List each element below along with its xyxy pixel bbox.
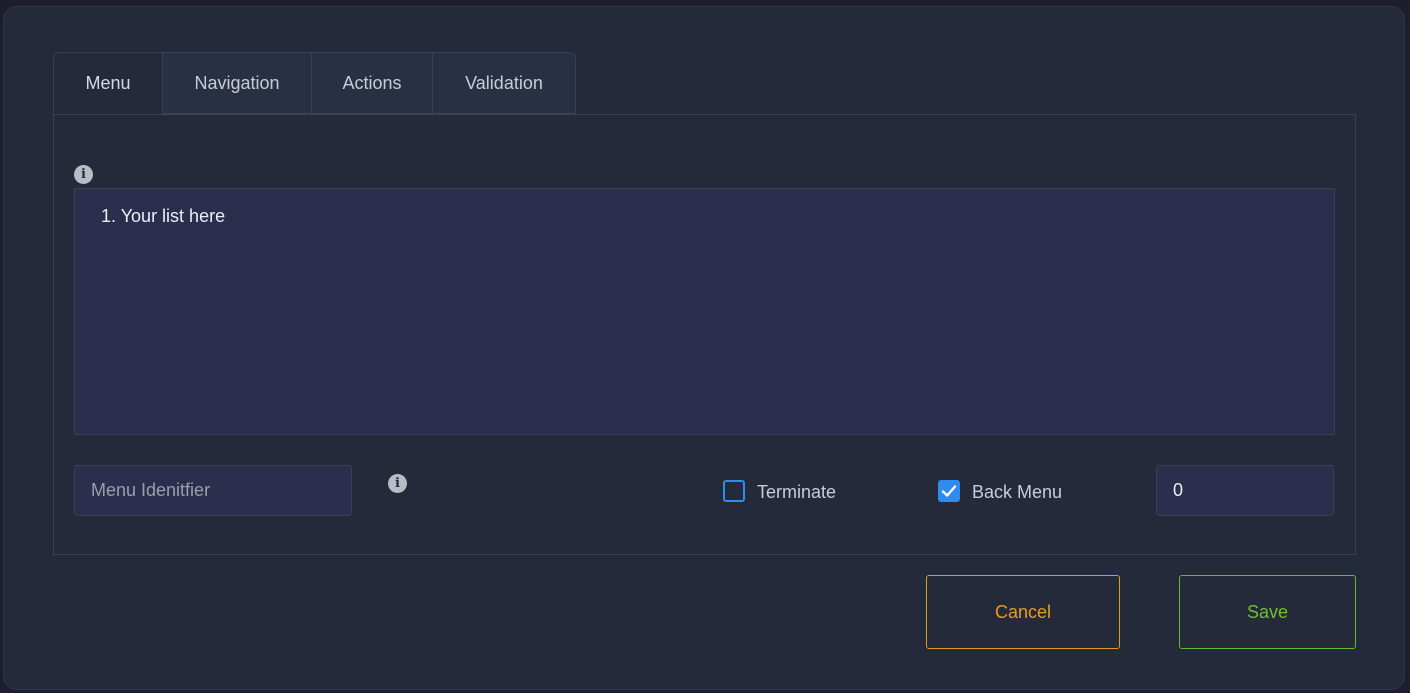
terminate-label: Terminate — [757, 482, 837, 502]
back-menu-label: Back Menu — [972, 482, 1063, 502]
edit-menu-dialog: Menu Navigation Actions Validation i 1. … — [3, 6, 1405, 690]
info-icon[interactable]: i — [388, 474, 407, 493]
back-menu-checkbox[interactable]: Back Menu — [938, 478, 1062, 503]
cancel-button[interactable]: Cancel — [926, 575, 1120, 649]
tab-menu[interactable]: Menu — [53, 52, 163, 115]
info-icon[interactable]: i — [74, 165, 93, 184]
terminate-checkbox[interactable]: Terminate — [723, 478, 836, 503]
back-menu-value-input[interactable] — [1156, 465, 1334, 516]
checkmark-icon — [941, 484, 957, 497]
back-menu-checkbox-box[interactable] — [938, 479, 960, 502]
tab-bar: Menu Navigation Actions Validation — [53, 52, 576, 115]
tab-validation[interactable]: Validation — [433, 52, 576, 114]
tab-actions[interactable]: Actions — [312, 52, 433, 114]
tab-navigation[interactable]: Navigation — [163, 52, 312, 114]
menu-identifier-input[interactable] — [74, 465, 352, 516]
menu-text-area[interactable]: 1. Your list here — [74, 188, 1335, 435]
terminate-checkbox-box[interactable] — [723, 479, 745, 502]
save-button[interactable]: Save — [1179, 575, 1356, 649]
menu-tab-panel: i 1. Your list here i Terminate Back Men… — [53, 114, 1356, 555]
